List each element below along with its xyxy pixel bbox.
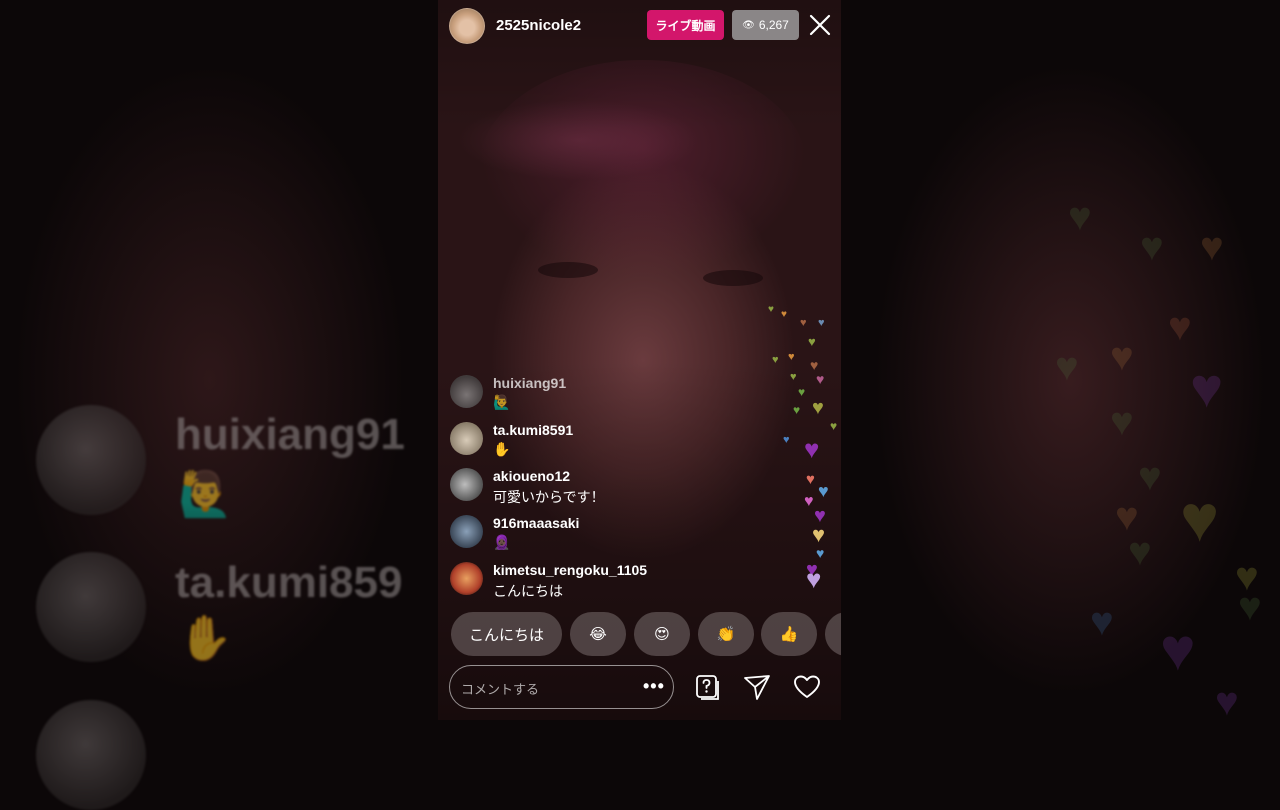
comment-avatar[interactable] (450, 515, 483, 548)
floating-heart-icon: ♥ (812, 522, 826, 547)
backdrop-heart-icon: ♥ (1068, 195, 1092, 239)
backdrop-avatar (36, 552, 146, 662)
comment-text: 🧕🏿 (493, 534, 511, 550)
floating-heart-icon: ♥ (804, 493, 814, 510)
floating-heart-icon: ♥ (806, 564, 822, 594)
floating-heart-icon: ♥ (806, 471, 815, 488)
floating-heart-icon: ♥ (818, 317, 825, 329)
comment-avatar[interactable] (450, 375, 483, 408)
quick-reply-hello[interactable]: こんにちは (451, 612, 562, 656)
backdrop-heart-icon: ♥ (1110, 400, 1134, 444)
backdrop-heart-icon: ♥ (1215, 680, 1239, 724)
comment-text: ✋ (493, 441, 511, 457)
quick-reply-heart-eyes[interactable]: 😍 (634, 612, 690, 656)
backdrop-heart-icon: ♥ (1090, 600, 1114, 644)
comment-item: kimetsu_rengoku_1105 こんにちは (450, 562, 780, 606)
backdrop-heart-icon: ♥ (1180, 481, 1220, 555)
comment-avatar[interactable] (450, 422, 483, 455)
backdrop-heart-icon: ♥ (1128, 530, 1152, 574)
comment-item: ta.kumi8591 ✋ (450, 422, 780, 466)
floating-heart-icon: ♥ (818, 481, 829, 501)
floating-heart-icon: ♥ (790, 371, 797, 383)
live-badge: ライブ動画 (647, 10, 724, 40)
backdrop-heart-icon: ♥ (1168, 305, 1192, 349)
backdrop-heart-icon: ♥ (1238, 585, 1262, 629)
close-icon[interactable] (807, 12, 833, 38)
backdrop-heart-icon: ♥ (1190, 356, 1224, 419)
comment-text: 🙋‍♂️ (493, 394, 511, 410)
comment-username[interactable]: huixiang91 (493, 375, 566, 391)
backdrop-emoji: ✋ (178, 614, 233, 663)
backdrop-emoji: 🙋‍♂️ (178, 470, 233, 519)
floating-heart-icon: ♥ (772, 354, 779, 366)
floating-heart-icon: ♥ (768, 304, 774, 315)
floating-heart-icon: ♥ (793, 403, 801, 417)
backdrop-heart-icon: ♥ (1140, 225, 1164, 269)
backdrop-username: ta.kumi859 (175, 558, 403, 607)
floating-heart-icon: ♥ (798, 385, 806, 399)
comment-input[interactable]: コメントする ••• (449, 665, 674, 709)
heart-icon[interactable] (792, 672, 822, 702)
comment-item: huixiang91 🙋‍♂️ (450, 375, 780, 419)
question-sticker-icon[interactable] (692, 672, 722, 702)
host-avatar[interactable] (449, 8, 485, 44)
comment-username[interactable]: akioueno12 (493, 468, 570, 484)
quick-reply-thumbs-up[interactable]: 👍 (761, 612, 817, 656)
floating-heart-icon: ♥ (788, 351, 795, 363)
comment-placeholder: コメントする (461, 682, 540, 697)
floating-heart-icon: ♥ (800, 317, 807, 329)
comment-username[interactable]: 916maaasaki (493, 515, 579, 531)
backdrop-heart-icon: ♥ (1160, 616, 1196, 683)
eye-icon: 👁 (742, 19, 755, 31)
floating-heart-icon: ♥ (830, 419, 838, 433)
live-header: 2525nicole2 ライブ動画 👁 6,267 (438, 0, 841, 52)
live-stream-view: 2525nicole2 ライブ動画 👁 6,267 huixiang91 🙋‍♂… (438, 0, 841, 720)
comment-item: akioueno12 可愛いからです！ (450, 468, 780, 512)
floating-heart-icon: ♥ (812, 397, 824, 419)
host-username[interactable]: 2525nicole2 (496, 17, 581, 34)
quick-reply-laugh[interactable]: 😂 (570, 612, 626, 656)
viewer-count-badge[interactable]: 👁 6,267 (732, 10, 799, 40)
comment-item: 916maaasaki 🧕🏿 (450, 515, 780, 559)
comment-username[interactable]: kimetsu_rengoku_1105 (493, 562, 647, 578)
send-icon[interactable] (742, 672, 772, 702)
comment-username[interactable]: ta.kumi8591 (493, 422, 573, 438)
backdrop-heart-icon: ♥ (1110, 335, 1134, 379)
floating-heart-icon: ♥ (783, 434, 790, 446)
backdrop-username: huixiang91 (175, 410, 405, 459)
floating-heart-icon: ♥ (804, 434, 820, 464)
floating-heart-icon: ♥ (816, 371, 825, 387)
floating-heart-icon: ♥ (781, 309, 787, 320)
comment-text: 可愛いからです！ (493, 489, 605, 505)
viewer-count: 6,267 (758, 18, 789, 32)
floating-heart-icon: ♥ (810, 357, 819, 373)
more-options-icon[interactable]: ••• (643, 676, 665, 697)
quick-reply-clap[interactable]: 👏 (698, 612, 754, 656)
backdrop-avatar (36, 700, 146, 810)
floating-heart-icon: ♥ (808, 334, 816, 349)
comment-avatar[interactable] (450, 562, 483, 595)
floating-heart-icon: ♥ (816, 545, 825, 561)
comment-text: こんにちは (493, 583, 563, 599)
comment-avatar[interactable] (450, 468, 483, 501)
backdrop-avatar (36, 405, 146, 515)
backdrop-heart-icon: ♥ (1055, 345, 1079, 389)
backdrop-heart-icon: ♥ (1138, 455, 1162, 499)
backdrop-heart-icon: ♥ (1200, 225, 1224, 269)
